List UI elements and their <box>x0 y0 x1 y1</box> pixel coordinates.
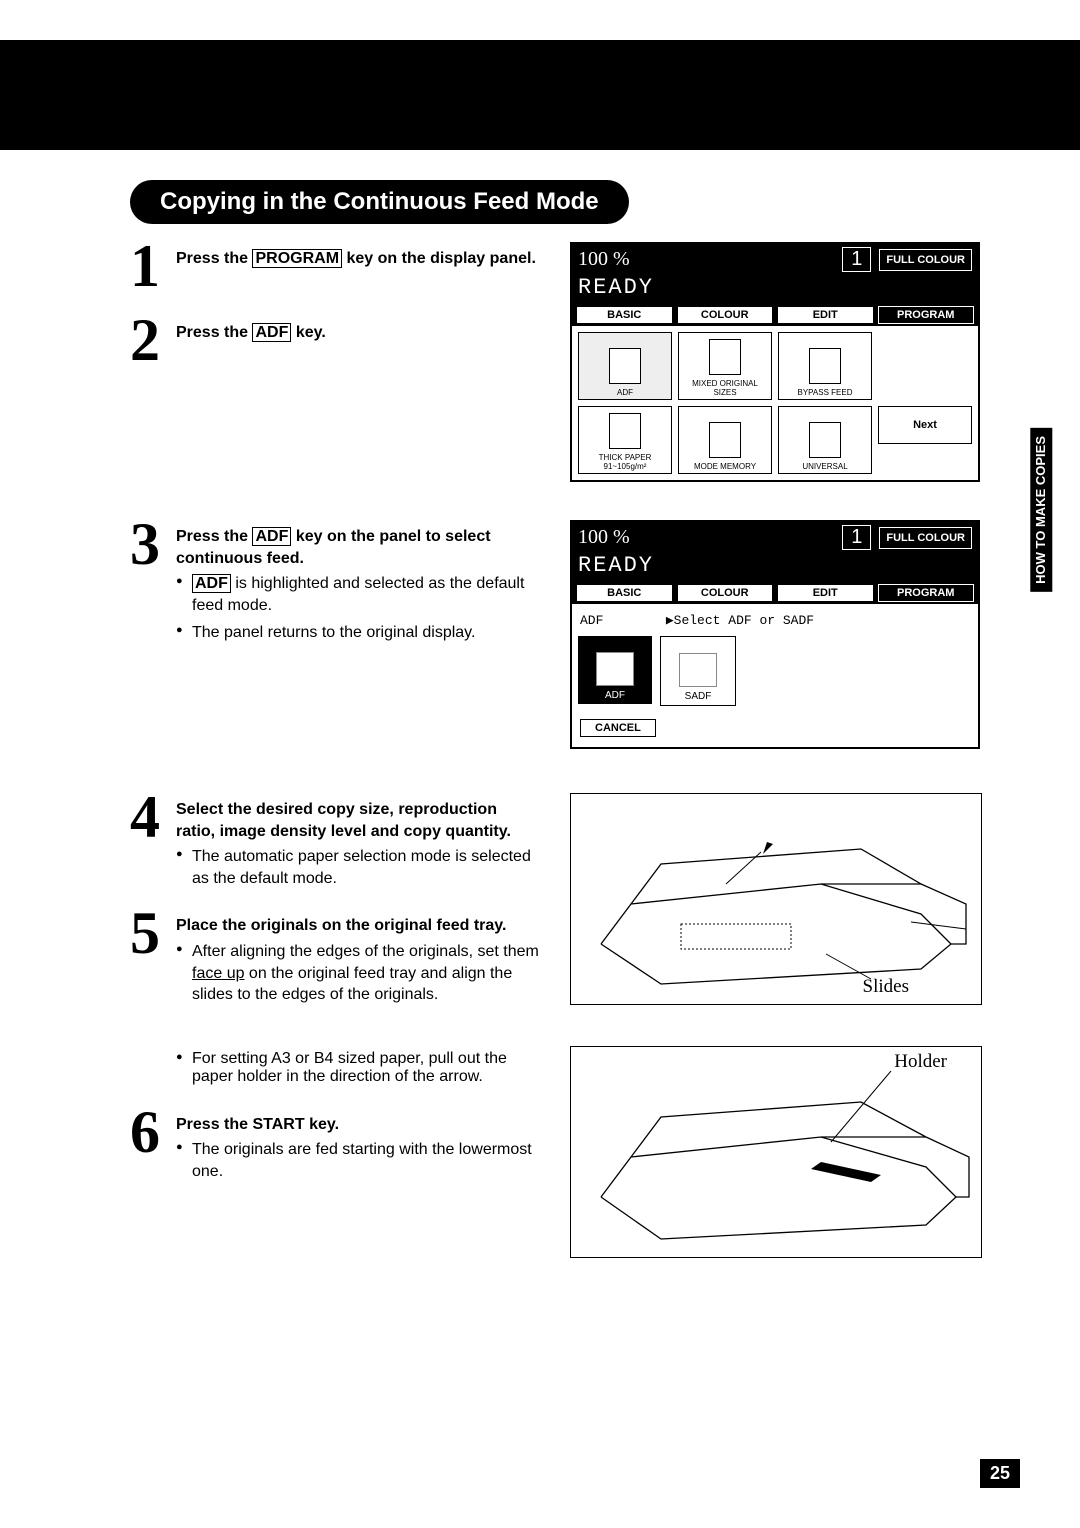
step-number-2: 2 <box>130 316 164 364</box>
adf-option[interactable]: ADF <box>578 636 652 704</box>
label-holder: Holder <box>894 1051 947 1073</box>
step-number-1: 1 <box>130 242 164 290</box>
zoom-percent: 100 % <box>578 526 630 549</box>
cancel-button[interactable]: CANCEL <box>580 719 656 737</box>
status-ready: READY <box>572 553 978 582</box>
section-title: Copying in the Continuous Feed Mode <box>130 180 629 224</box>
zoom-percent: 100 % <box>578 248 630 271</box>
step-4-text: Select the desired copy size, reproducti… <box>176 799 540 895</box>
diagram-holder: Holder <box>570 1046 982 1258</box>
adf-key: ADF <box>192 574 231 593</box>
option-universal[interactable]: UNIVERSAL <box>778 406 872 474</box>
step-number-6: 6 <box>130 1108 164 1156</box>
step-number-4: 4 <box>130 793 164 841</box>
adf-prompt: ADF ▶Select ADF or SADF <box>578 610 972 636</box>
side-tab: HOW TO MAKE COPIES <box>1030 428 1052 592</box>
colour-mode: FULL COLOUR <box>879 249 972 271</box>
tab-colour[interactable]: COLOUR <box>677 584 774 602</box>
tab-program[interactable]: PROGRAM <box>878 306 975 324</box>
step-1-text: Press the PROGRAM key on the display pan… <box>176 248 536 270</box>
colour-mode: FULL COLOUR <box>879 527 972 549</box>
tab-program[interactable]: PROGRAM <box>878 584 975 602</box>
option-thick-paper[interactable]: THICK PAPER 91~105g/m² <box>578 406 672 474</box>
tab-basic[interactable]: BASIC <box>576 306 673 324</box>
next-button[interactable]: Next <box>878 406 972 444</box>
step-5-bullet-2: For setting A3 or B4 sized paper, pull o… <box>130 1050 540 1086</box>
option-adf[interactable]: ADF <box>578 332 672 400</box>
adf-key: ADF <box>252 527 291 546</box>
diagram-slides: Slides <box>570 793 982 1005</box>
sadf-option[interactable]: SADF <box>660 636 736 706</box>
option-mixed-sizes[interactable]: MIXED ORIGINAL SIZES <box>678 332 772 400</box>
step-number-5: 5 <box>130 909 164 957</box>
empty-cell <box>878 332 972 398</box>
step-number-3: 3 <box>130 520 164 568</box>
copy-count: 1 <box>842 525 871 550</box>
tab-basic[interactable]: BASIC <box>576 584 673 602</box>
step-5-text: Place the originals on the original feed… <box>176 915 540 1011</box>
tab-row: BASIC COLOUR EDIT PROGRAM <box>572 304 978 326</box>
display-panel-2: 100 % 1 FULL COLOUR READY BASIC COLOUR E… <box>570 520 980 749</box>
display-panel-1: 100 % 1 FULL COLOUR READY BASIC COLOUR E… <box>570 242 980 482</box>
status-ready: READY <box>572 275 978 304</box>
copy-count: 1 <box>842 247 871 272</box>
option-mode-memory[interactable]: MODE MEMORY <box>678 406 772 474</box>
tab-edit[interactable]: EDIT <box>777 584 874 602</box>
step-2-text: Press the ADF key. <box>176 322 326 344</box>
step-3-text: Press the ADF key on the panel to select… <box>176 526 540 650</box>
option-bypass-feed[interactable]: BYPASS FEED <box>778 332 872 400</box>
step-6-text: Press the START key. The originals are f… <box>176 1114 540 1189</box>
label-slides: Slides <box>863 976 909 998</box>
program-key: PROGRAM <box>252 249 342 268</box>
tab-colour[interactable]: COLOUR <box>677 306 774 324</box>
tab-edit[interactable]: EDIT <box>777 306 874 324</box>
adf-key: ADF <box>252 323 291 342</box>
page-number: 25 <box>980 1459 1020 1488</box>
